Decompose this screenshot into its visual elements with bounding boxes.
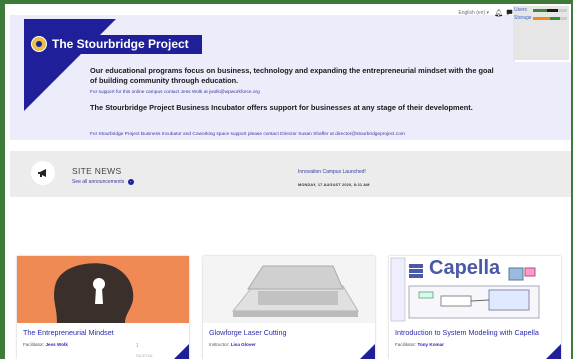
chevron-down-icon: ▾ <box>486 10 489 16</box>
course-card[interactable]: Capella Introduction to System Modeling … <box>389 256 561 359</box>
course-card[interactable]: The Entrepreneurial Mindset Facilitator:… <box>17 256 189 359</box>
users-usage-label: Users <box>514 7 528 13</box>
card-corner-accent <box>360 344 375 359</box>
hero-banner-extension <box>515 62 571 140</box>
storage-usage-label: Storage <box>514 15 532 21</box>
page: The Stourbridge Project Our educational … <box>5 4 571 359</box>
facilitator-name[interactable]: Tony Komar <box>417 342 443 347</box>
bell-icon[interactable]: 🔔︎ <box>494 9 503 17</box>
logo-emblem-icon <box>31 36 47 52</box>
mission-statement: Our educational programs focus on busine… <box>90 66 494 85</box>
course-tag-secondary: FACETIAL <box>136 354 153 358</box>
facilitator-name[interactable]: Jess Wolk <box>45 342 67 347</box>
chat-icon[interactable] <box>506 9 513 18</box>
language-label: English (en) <box>458 10 486 16</box>
course-image-laser <box>203 256 375 323</box>
campus-support-text: For support for this online campus conta… <box>90 90 260 95</box>
site-logo[interactable]: The Stourbridge Project <box>28 35 202 54</box>
course-title[interactable]: The Entrepreneurial Mindset <box>23 328 114 337</box>
announcement-link[interactable]: Innovation Campus Launched! <box>298 169 366 175</box>
course-image-entrepreneurial <box>17 256 189 323</box>
top-bar: English (en) ▾ 🔔︎ Users Storage <box>401 4 571 60</box>
capella-logo-text: Capella <box>429 257 501 279</box>
instructor-name[interactable]: Lisa Glover <box>231 342 256 347</box>
hero-triangle <box>24 19 116 111</box>
course-facilitator: Facilitator: Jess Wolk <box>23 342 68 347</box>
course-image-capella: Capella <box>389 256 561 323</box>
course-facilitator: Facilitator: Tony Komar <box>395 342 444 347</box>
see-all-announcements-link[interactable]: See all announcements › <box>72 179 134 185</box>
megaphone-icon <box>31 161 55 185</box>
course-instructor: Instructor: Lisa Glover <box>209 342 256 347</box>
course-tag: 1 <box>136 343 139 349</box>
card-corner-accent <box>174 344 189 359</box>
course-card[interactable]: Glowforge Laser Cutting Instructor: Lisa… <box>203 256 375 359</box>
arrow-right-icon: › <box>127 179 134 185</box>
card-corner-accent <box>546 344 561 359</box>
announcement-date: MONDAY, 17 AUGUST 2020, 8:21 AM <box>298 183 370 187</box>
usage-widget: Users Storage <box>513 6 569 60</box>
users-usage-bar <box>533 9 567 12</box>
site-logo-text: The Stourbridge Project <box>52 37 189 51</box>
site-news-section: SITE NEWS See all announcements › Innova… <box>10 151 571 197</box>
storage-usage-bar <box>533 17 567 20</box>
course-title[interactable]: Introduction to System Modeling with Cap… <box>395 328 539 337</box>
site-news-title: SITE NEWS <box>72 166 122 176</box>
incubator-statement: The Stourbridge Project Business Incubat… <box>90 103 473 112</box>
see-all-label: See all announcements <box>72 179 125 185</box>
course-title[interactable]: Glowforge Laser Cutting <box>209 328 287 337</box>
language-selector[interactable]: English (en) ▾ <box>458 10 489 16</box>
incubator-support-text: For Stourbridge Project Business Incubat… <box>90 132 405 137</box>
